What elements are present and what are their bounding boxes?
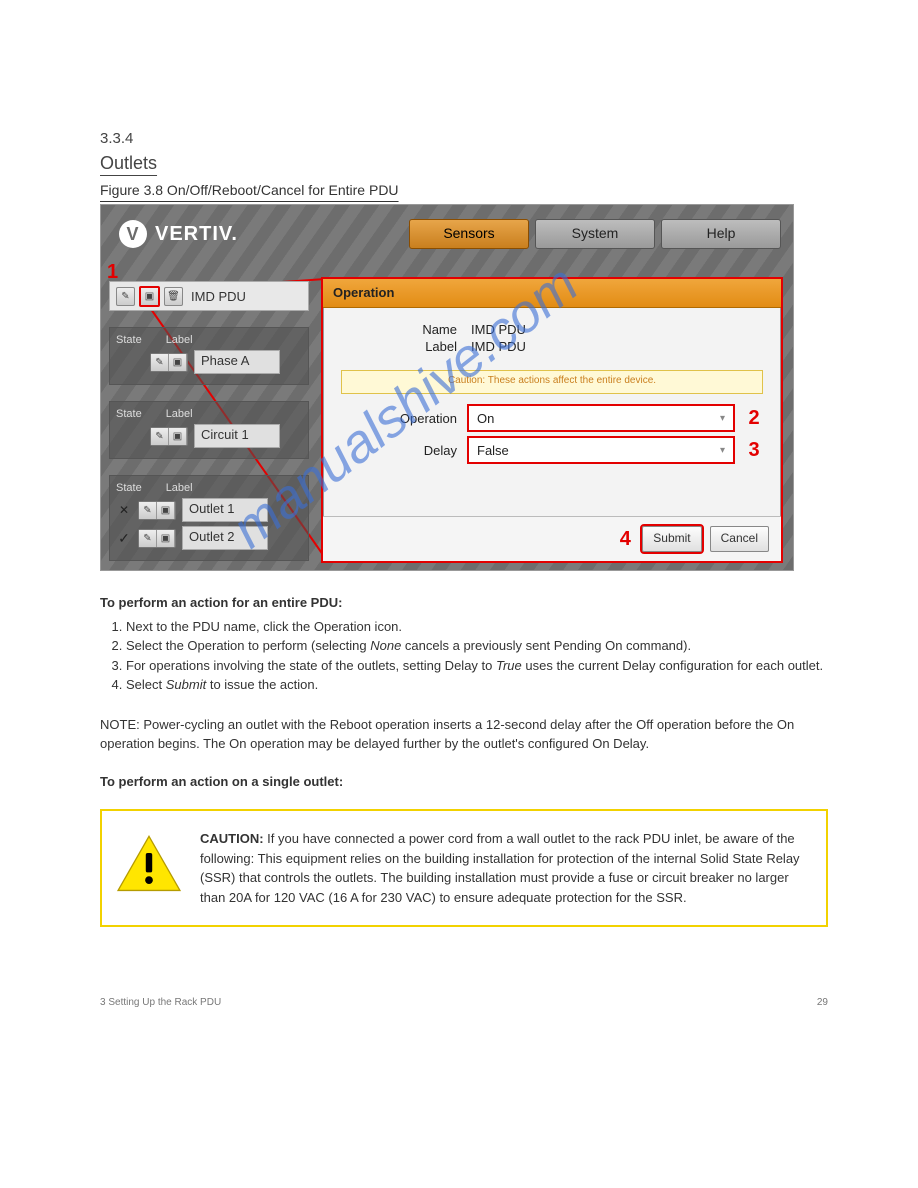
- wrench-icon[interactable]: ✎: [116, 287, 135, 306]
- outlet-state-off-icon: ✕: [116, 503, 132, 517]
- reboot-note: NOTE: Power-cycling an outlet with the R…: [100, 715, 828, 754]
- col-label: Label: [166, 334, 193, 346]
- warning-triangle-icon: [116, 835, 182, 893]
- phase-label: Phase A: [194, 350, 280, 374]
- caution-banner: Caution: These actions affect the entire…: [341, 370, 763, 394]
- wrench-icon[interactable]: ✎: [139, 502, 157, 519]
- label-value: IMD PDU: [471, 339, 526, 354]
- operation-icon[interactable]: ▣: [169, 354, 187, 371]
- app-screenshot: V VERTIV. Sensors System Help 1 ✎ ▣ 🗑 IM…: [100, 204, 794, 571]
- steps-intro: To perform an action for an entire PDU:: [100, 593, 828, 613]
- callout-2: 2: [745, 407, 763, 430]
- dialog-title: Operation: [323, 279, 781, 308]
- operation-icon[interactable]: ▣: [157, 530, 175, 547]
- operation-icon[interactable]: ▣: [169, 428, 187, 445]
- pdu-label: IMD PDU: [191, 289, 246, 304]
- operation-field-label: Operation: [341, 411, 457, 426]
- nav-system[interactable]: System: [535, 219, 655, 249]
- name-label: Name: [341, 322, 457, 337]
- circuit-label: Circuit 1: [194, 424, 280, 448]
- operation-icon[interactable]: ▣: [139, 286, 160, 307]
- col-state: State: [116, 482, 142, 494]
- delay-select[interactable]: False ▾: [467, 436, 735, 464]
- operation-icon[interactable]: ▣: [157, 502, 175, 519]
- step-4: Select Submit to issue the action.: [126, 675, 828, 695]
- chevron-down-icon: ▾: [720, 413, 725, 424]
- trash-icon[interactable]: 🗑: [164, 287, 183, 306]
- outlet-state-on-icon: ✓: [116, 530, 132, 547]
- brand-name: VERTIV.: [155, 223, 238, 246]
- wrench-icon[interactable]: ✎: [139, 530, 157, 547]
- wrench-icon[interactable]: ✎: [151, 428, 169, 445]
- outlet-label: Outlet 2: [182, 526, 268, 550]
- caution-lead: CAUTION:: [200, 831, 264, 846]
- brand-logo-block: V VERTIV.: [119, 220, 238, 248]
- wrench-icon[interactable]: ✎: [151, 354, 169, 371]
- step-2: Select the Operation to perform (selecti…: [126, 636, 828, 656]
- figure-caption: Figure 3.8 On/Off/Reboot/Cancel for Enti…: [100, 182, 828, 198]
- vertiv-logo-icon: V: [119, 220, 147, 248]
- section-number: 3.3.4: [100, 130, 828, 147]
- delay-value: False: [477, 443, 509, 458]
- submit-button[interactable]: Submit: [642, 526, 701, 552]
- nav-help[interactable]: Help: [661, 219, 781, 249]
- operation-select[interactable]: On ▾: [467, 404, 735, 432]
- callout-4: 4: [616, 528, 634, 551]
- sub-head: To perform an action on a single outlet:: [100, 772, 828, 792]
- operation-dialog: Operation Name IMD PDU Label IMD PDU Cau…: [321, 277, 783, 563]
- nav-sensors[interactable]: Sensors: [409, 219, 529, 249]
- operation-value: On: [477, 411, 494, 426]
- name-value: IMD PDU: [471, 322, 526, 337]
- pdu-row: ✎ ▣ 🗑 IMD PDU: [109, 281, 309, 311]
- section-title: Outlets: [100, 153, 828, 174]
- step-1: Next to the PDU name, click the Operatio…: [126, 617, 828, 637]
- chevron-down-icon: ▾: [720, 445, 725, 456]
- caution-box: CAUTION: If you have connected a power c…: [100, 809, 828, 927]
- col-state: State: [116, 408, 142, 420]
- step-3: For operations involving the state of th…: [126, 656, 828, 676]
- col-label: Label: [166, 408, 193, 420]
- caution-body: If you have connected a power cord from …: [200, 831, 800, 905]
- callout-3: 3: [745, 439, 763, 462]
- footer-left: 3 Setting Up the Rack PDU: [100, 997, 221, 1008]
- footer-page: 29: [817, 997, 828, 1008]
- outlet-label: Outlet 1: [182, 498, 268, 522]
- col-label: Label: [166, 482, 193, 494]
- col-state: State: [116, 334, 142, 346]
- label-label: Label: [341, 339, 457, 354]
- delay-field-label: Delay: [341, 443, 457, 458]
- cancel-button[interactable]: Cancel: [710, 526, 769, 552]
